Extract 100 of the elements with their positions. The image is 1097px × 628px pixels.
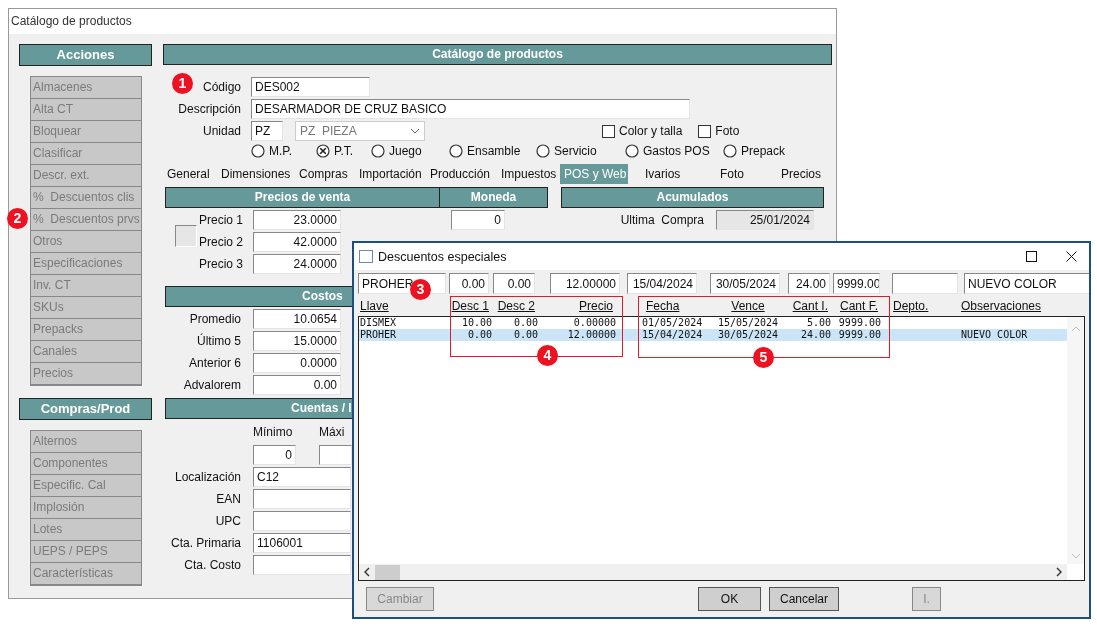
input-field[interactable] [253, 555, 351, 575]
dialog-button[interactable]: OK [698, 587, 761, 611]
input-field[interactable] [253, 511, 351, 531]
field-label: Precio 1 [199, 213, 245, 227]
scroll-right-icon[interactable] [1056, 567, 1063, 577]
tab[interactable]: Impuestos [499, 164, 560, 184]
table-cell-text: 15/04/2024 [641, 329, 704, 341]
input-field[interactable]: PZ [251, 121, 283, 141]
table-cell-text: PROHER [360, 329, 398, 341]
tab[interactable]: General [165, 164, 219, 184]
table-cell-text: 01/05/2024 [641, 317, 704, 329]
input-field[interactable]: 23.0000 [253, 210, 341, 230]
input-field[interactable]: 15.0000 [253, 331, 341, 351]
section-header: Acciones [19, 44, 152, 66]
section-header: Precios de venta [165, 187, 440, 208]
column-header[interactable]: Fecha [646, 299, 680, 314]
dialog-title: Descuentos especiales [378, 249, 507, 264]
dropdown[interactable]: PZ PIEZA [295, 121, 425, 141]
dialog-button[interactable]: Cancelar [769, 587, 839, 611]
tab[interactable]: Importación [357, 164, 428, 184]
radio-button[interactable]: M.P. [251, 143, 316, 158]
field-label: Promedio [188, 312, 242, 326]
radio-icon[interactable] [723, 143, 737, 158]
checkbox-icon[interactable] [698, 124, 712, 138]
checkbox[interactable]: Foto [698, 124, 740, 138]
maximize-icon[interactable] [1026, 251, 1037, 262]
radio-button[interactable]: P.T. [316, 143, 371, 158]
table-cell-text: 15/05/2024 [716, 317, 780, 329]
input-field[interactable]: 12.00000 [550, 273, 620, 294]
horizontal-scrollbar[interactable] [359, 564, 1067, 580]
input-field[interactable]: DES002 [251, 77, 370, 97]
field-label: Precio 3 [199, 257, 245, 271]
input-field[interactable]: 15/04/2024 [627, 273, 697, 294]
table-cell-text: 9999.00 [837, 329, 881, 341]
checkbox[interactable]: Color y talla [602, 124, 683, 138]
input-field[interactable]: C12 [253, 467, 351, 487]
radio-button[interactable]: Prepack [723, 143, 793, 158]
input-field[interactable]: NUEVO COLOR [964, 273, 1089, 294]
input-field[interactable]: 24.00 [788, 273, 830, 294]
field-label: UPC [214, 514, 242, 528]
column-header[interactable]: Cant F. [840, 299, 878, 314]
field-label: Cta. Costo [183, 558, 242, 572]
panel-header: Catálogo de productos [163, 44, 832, 65]
tab[interactable]: Dimensiones [219, 164, 297, 184]
input-field[interactable] [892, 273, 958, 294]
input-field[interactable] [319, 445, 352, 465]
table-row[interactable]: DISMEX 10.00 0.00 0.00000 01/05/2024 15/05/2024 5.00 9999.00 [359, 317, 1068, 329]
radio-button[interactable]: Ensamble [449, 143, 536, 158]
table-cell-text: 9999.00 [837, 317, 881, 329]
input-field[interactable]: 30/05/2024 [710, 273, 780, 294]
close-icon[interactable] [1066, 251, 1077, 262]
radio-icon[interactable] [449, 143, 463, 158]
checkbox-icon[interactable] [602, 124, 615, 138]
input-field[interactable]: 1106001 [253, 533, 351, 553]
tab[interactable]: Compras [297, 164, 357, 184]
input-field[interactable] [253, 489, 351, 509]
window-title: Catálogo de productos [9, 9, 836, 34]
tab[interactable]: Precios [779, 164, 834, 184]
scroll-left-icon[interactable] [363, 567, 370, 577]
radio-icon[interactable] [251, 143, 265, 158]
column-header[interactable]: Cant I. [792, 299, 828, 314]
input-field[interactable]: 0.00 [449, 273, 489, 294]
table-cell-text: 12.00000 [566, 329, 616, 341]
radio-icon[interactable] [536, 143, 550, 158]
scrollbar-thumb[interactable] [375, 564, 400, 580]
input-field[interactable]: 0 [253, 445, 296, 465]
section-header: Compras/Prod [19, 398, 152, 420]
input-field[interactable]: 42.0000 [253, 232, 341, 252]
input-field[interactable]: 9999.00 [833, 273, 880, 294]
input-field[interactable]: 0.00 [253, 375, 341, 395]
tab[interactable]: Foto [718, 164, 779, 184]
tab[interactable]: Producción [428, 164, 499, 184]
radio-checked-icon[interactable] [316, 143, 330, 158]
table-cell-text: 0.00 [512, 329, 538, 341]
table-cell-text: 0.00000 [572, 317, 616, 329]
tab[interactable]: Ivarios [628, 164, 718, 184]
chevron-down-icon [410, 128, 420, 134]
column-header[interactable]: Vence [731, 299, 765, 314]
input-field[interactable]: 10.0654 [253, 309, 341, 329]
table-cell-text: 30/05/2024 [716, 329, 780, 341]
section-header: Acumulados [561, 187, 824, 208]
section-header: Moneda [440, 187, 548, 208]
input-field[interactable]: 0.00 [493, 273, 535, 294]
input-field[interactable]: 24.0000 [253, 254, 341, 274]
table-cell-text: NUEVO COLOR [961, 329, 1029, 341]
color-swatch[interactable] [175, 225, 197, 247]
field-label: Advalorem [182, 378, 242, 392]
input-field[interactable]: 0.0000 [253, 353, 341, 373]
radio-button[interactable]: Juego [371, 143, 449, 158]
table-row[interactable]: PROHER 0.00 0.00 12.00000 15/04/2024 30/05/2024 24.00 9999.00 NUEVO COLOR [359, 329, 1068, 341]
column-header[interactable]: Precio [579, 299, 613, 314]
radio-icon[interactable] [371, 143, 385, 158]
input-field[interactable]: 0 [451, 210, 505, 230]
radio-button[interactable]: Servicio [536, 143, 625, 158]
input-field[interactable]: DESARMADOR DE CRUZ BASICO [251, 99, 690, 119]
field-label: Mínimo [253, 425, 294, 441]
radio-icon[interactable] [625, 143, 639, 158]
column-header[interactable]: Observaciones [961, 299, 1042, 314]
radio-button[interactable]: Gastos POS [625, 143, 723, 158]
column-header[interactable]: Depto. [893, 299, 929, 314]
